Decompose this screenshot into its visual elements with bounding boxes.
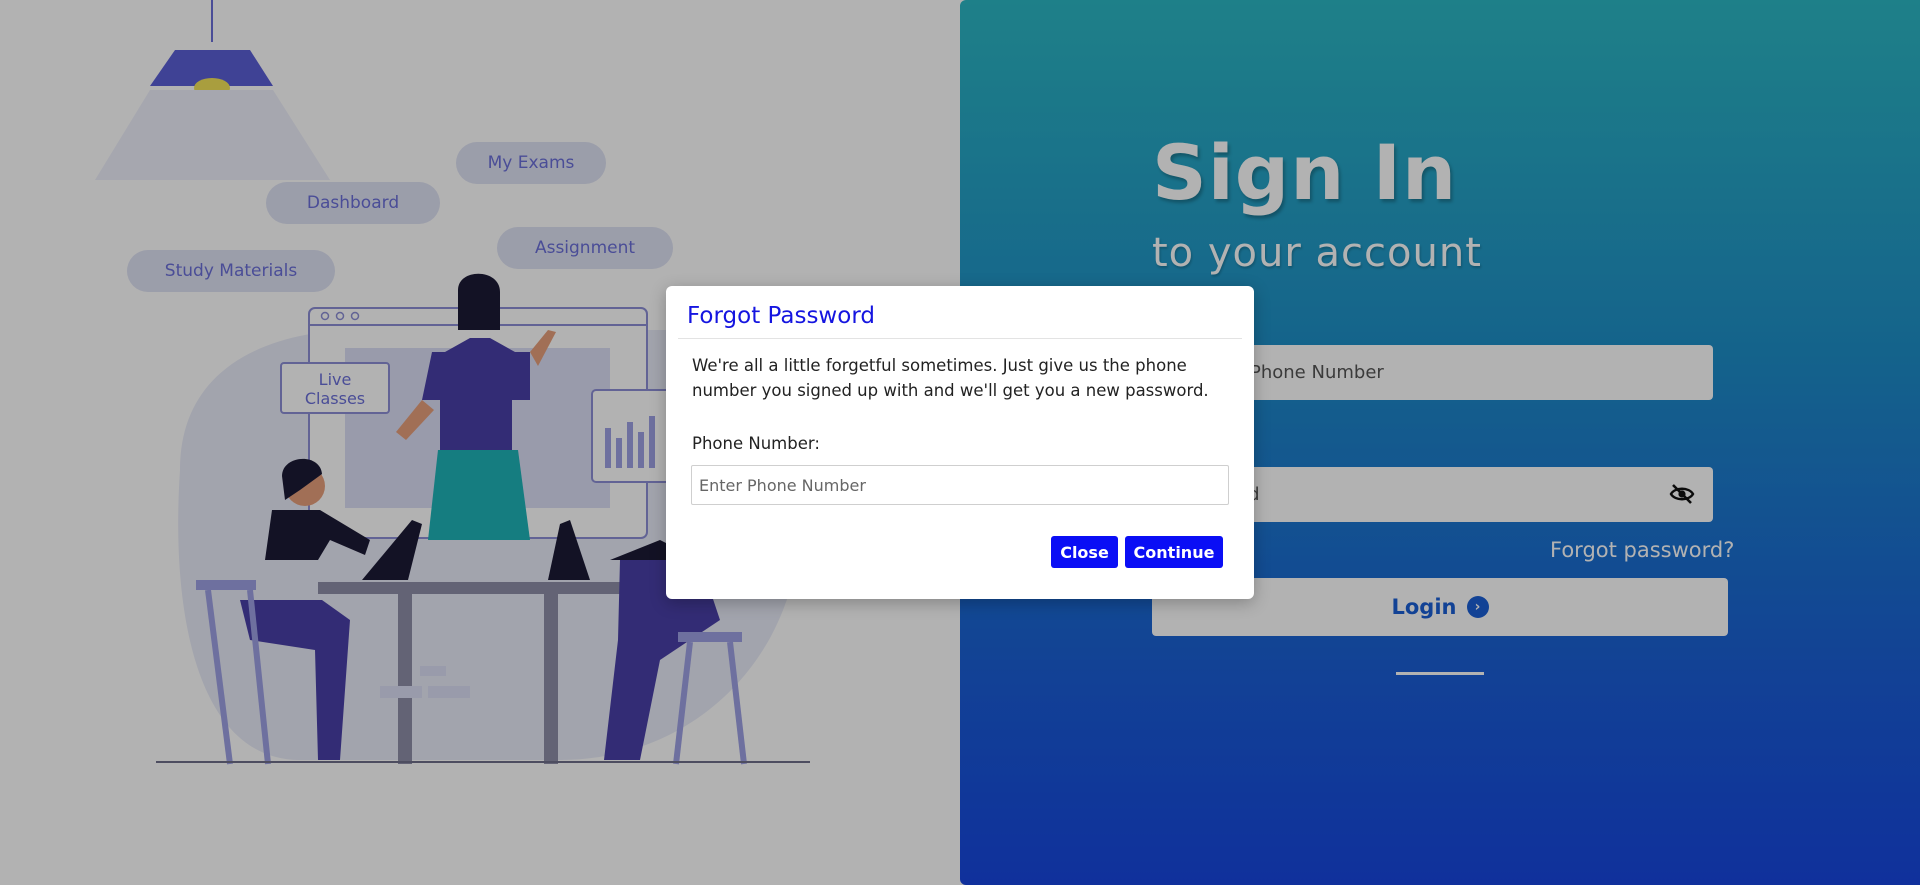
phone-number-input[interactable] bbox=[691, 465, 1229, 505]
modal-divider bbox=[678, 338, 1242, 339]
close-button[interactable]: Close bbox=[1051, 536, 1118, 568]
modal-description: We're all a little forgetful sometimes. … bbox=[692, 356, 1209, 400]
modal-title: Forgot Password bbox=[687, 303, 875, 329]
forgot-password-modal: Forgot Password We're all a little forge… bbox=[666, 286, 1254, 599]
continue-button[interactable]: Continue bbox=[1125, 536, 1223, 568]
phone-number-label: Phone Number: bbox=[692, 434, 820, 453]
